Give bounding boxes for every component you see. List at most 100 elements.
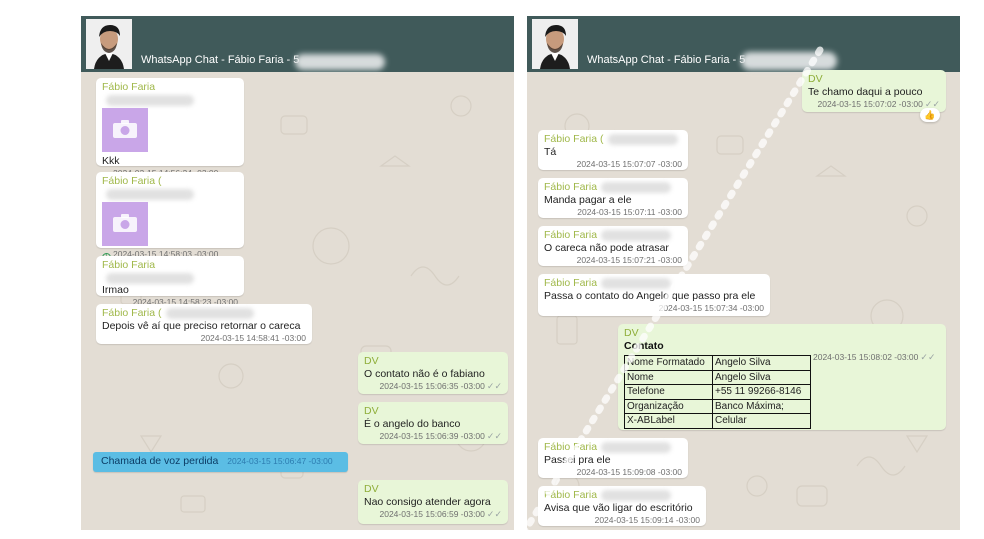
- message-time: 2024-03-15 15:09:14 -03:00: [594, 515, 700, 525]
- photo-placeholder[interactable]: [102, 108, 148, 152]
- message-bubble[interactable]: Fábio Faria O careca não pode atrasar 20…: [538, 226, 688, 266]
- message-bubble[interactable]: Fábio Faria Avisa que vão ligar do escri…: [538, 486, 706, 526]
- chat-panel-left: WhatsApp Chat - Fábio Faria - 5 Fábio Fa…: [81, 16, 514, 530]
- redacted-name: [601, 441, 672, 453]
- message-text: Nao consigo atender agora: [364, 496, 491, 508]
- table-row: X-ABLabel Celular: [624, 413, 811, 429]
- sender-name: Fábio Faria: [544, 441, 598, 453]
- redacted-name: [607, 133, 678, 145]
- contact-field-value: Banco Máxima;: [712, 398, 811, 414]
- redacted-name: [106, 272, 194, 284]
- reaction-badge[interactable]: 👍: [920, 108, 940, 122]
- contact-card-message[interactable]: DV Contato Nome Formatado Angelo Silva No…: [618, 324, 946, 430]
- contact-field-key: Telefone: [624, 384, 713, 400]
- chat-panel-right: WhatsApp Chat - Fábio Faria - 5 DV Te ch…: [527, 16, 960, 530]
- message-bubble[interactable]: Fábio Faria Kkk 12024-03-15 14:56:24 -03…: [96, 78, 244, 181]
- message-text: Passei pra ele: [544, 454, 611, 466]
- chat-header: WhatsApp Chat - Fábio Faria - 5: [527, 16, 960, 72]
- photo-placeholder[interactable]: [102, 202, 148, 246]
- message-text: Depois vê aí que preciso retornar o care…: [102, 320, 301, 332]
- chat-title: WhatsApp Chat - Fábio Faria - 5: [141, 54, 300, 66]
- message-time: 2024-03-15 15:07:11 -03:00: [577, 207, 682, 217]
- message-bubble[interactable]: Fábio Faria ( 12024-03-15 14:58:03 -03:0…: [96, 172, 244, 262]
- contact-details-table: Nome Formatado Angelo Silva Nome Angelo Si…: [624, 355, 811, 429]
- table-row: Nome Angelo Silva: [624, 369, 811, 385]
- contact-field-key: Nome: [624, 369, 713, 385]
- camera-icon: [113, 120, 137, 138]
- table-row: Telefone +55 11 99266-8146: [624, 384, 811, 400]
- message-text: Passa o contato do Angelo que passo pra …: [544, 290, 756, 302]
- contact-field-key: X-ABLabel: [624, 413, 713, 429]
- double-check-icon: ✓✓: [486, 381, 502, 391]
- sender-name: Fábio Faria: [544, 277, 598, 289]
- contact-field-value: +55 11 99266-8146: [712, 384, 811, 400]
- message-time: 2024-03-15 14:58:41 -03:00: [200, 333, 306, 343]
- contact-avatar[interactable]: [532, 19, 578, 69]
- sender-name: Fábio Faria: [544, 489, 598, 501]
- message-bubble-outgoing[interactable]: DV O contato não é o fabiano 2024-03-15 …: [358, 352, 508, 394]
- redacted-number: [295, 54, 385, 70]
- double-check-icon: ✓✓: [920, 352, 936, 362]
- table-row: Nome Formatado Angelo Silva: [624, 355, 811, 371]
- message-time: 2024-03-15 15:07:02 -03:00: [817, 99, 923, 109]
- sender-name: Fábio Faria: [544, 229, 598, 241]
- message-time: 2024-03-15 15:06:39 -03:00: [379, 431, 485, 441]
- message-time: 2024-03-15 15:07:07 -03:00: [576, 159, 682, 169]
- double-check-icon: ✓✓: [486, 509, 502, 519]
- message-text: Avisa que vão ligar do escritório: [544, 502, 693, 514]
- sender-name: DV: [364, 355, 379, 367]
- message-bubble[interactable]: Fábio Faria ( Tá 2024-03-15 15:07:07 -03…: [538, 130, 688, 170]
- message-text: Irmao: [102, 284, 129, 296]
- message-time: 2024-03-15 15:06:47 -03:00: [227, 456, 333, 466]
- sender-name: Fábio Faria: [102, 81, 156, 93]
- sender-name: Fábio Faria: [102, 259, 156, 271]
- sender-name: Fábio Faria: [544, 181, 598, 193]
- message-text: Manda pagar a ele: [544, 194, 632, 206]
- message-time: 2024-03-15 15:07:34 -03:00: [658, 303, 764, 313]
- camera-icon: [113, 214, 137, 232]
- sender-name: DV: [364, 405, 379, 417]
- message-text: Te chamo daqui a pouco: [808, 86, 923, 98]
- double-check-icon: ✓✓: [486, 431, 502, 441]
- contact-field-key: Nome Formatado: [624, 355, 713, 371]
- message-bubble-outgoing[interactable]: DV Nao consigo atender agora 2024-03-15 …: [358, 480, 508, 524]
- redacted-name: [601, 229, 672, 241]
- contact-field-key: Organização: [624, 398, 713, 414]
- redacted-name: [601, 489, 672, 501]
- redacted-name: [601, 277, 672, 289]
- message-time: 2024-03-15 15:06:59 -03:00: [379, 509, 485, 519]
- chat-title: WhatsApp Chat - Fábio Faria - 5: [587, 54, 746, 66]
- thumbs-up-emoji: 👍: [924, 110, 936, 120]
- message-bubble[interactable]: Fábio Faria Passa o contato do Angelo qu…: [538, 274, 770, 316]
- table-row: Organização Banco Máxima;: [624, 398, 811, 414]
- message-text: O careca não pode atrasar: [544, 242, 669, 254]
- message-bubble[interactable]: Fábio Faria Manda pagar a ele 2024-03-15…: [538, 178, 688, 218]
- message-text: Kkk: [102, 155, 120, 167]
- redacted-name: [106, 94, 194, 106]
- sender-name: Fábio Faria (: [544, 133, 604, 145]
- message-text: É o angelo do banco: [364, 418, 461, 430]
- message-time: 2024-03-15 15:07:21 -03:00: [576, 255, 682, 265]
- message-bubble[interactable]: Fábio Faria ( Depois vê aí que preciso r…: [96, 304, 312, 344]
- sender-name: Fábio Faria (: [102, 175, 162, 187]
- sender-name: Fábio Faria (: [102, 307, 162, 319]
- message-bubble-outgoing[interactable]: DV Te chamo daqui a pouco 2024-03-15 15:…: [802, 70, 946, 112]
- missed-call-notice[interactable]: Chamada de voz perdida 2024-03-15 15:06:…: [93, 452, 348, 472]
- redacted-number: [741, 52, 837, 70]
- message-time: 2024-03-15 15:08:02 -03:00: [813, 352, 919, 362]
- contact-field-value: Angelo Silva: [712, 355, 811, 371]
- message-time: 2024-03-15 15:06:35 -03:00: [379, 381, 485, 391]
- message-bubble[interactable]: Fábio Faria Irmao 2024-03-15 14:58:23 -0…: [96, 256, 244, 307]
- redacted-name: [165, 307, 254, 319]
- message-bubble[interactable]: Fábio Faria Passei pra ele 2024-03-15 15…: [538, 438, 688, 478]
- message-bubble-outgoing[interactable]: DV É o angelo do banco 2024-03-15 15:06:…: [358, 402, 508, 444]
- sender-name: DV: [808, 73, 823, 85]
- redacted-name: [106, 188, 194, 200]
- message-time: 2024-03-15 15:09:08 -03:00: [576, 467, 682, 477]
- sender-name: DV: [624, 327, 639, 339]
- message-text: O contato não é o fabiano: [364, 368, 485, 380]
- contact-field-value: Angelo Silva: [712, 369, 811, 385]
- contact-avatar[interactable]: [86, 19, 132, 69]
- message-text: Tá: [544, 146, 557, 158]
- sender-name: DV: [364, 483, 379, 495]
